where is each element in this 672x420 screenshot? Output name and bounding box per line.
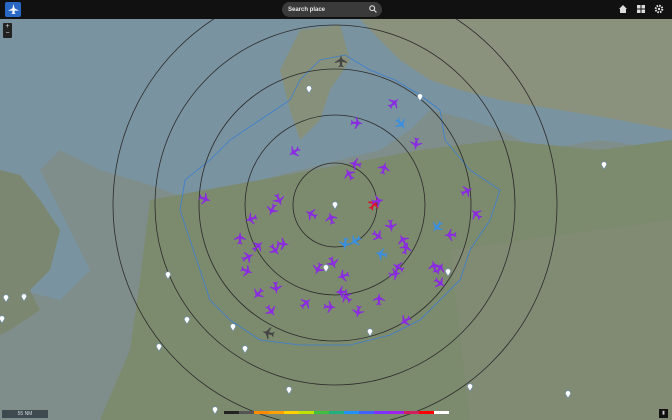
search-box[interactable]: Search place: [282, 2, 382, 17]
top-icons: [618, 4, 664, 14]
zoom-in-button[interactable]: +: [3, 23, 12, 30]
layers-button[interactable]: ▮: [659, 409, 668, 418]
zoom-out-button[interactable]: −: [3, 30, 12, 37]
legend-swatch: [404, 411, 419, 414]
legend-swatch: [299, 411, 314, 414]
zoom-control: + −: [3, 23, 12, 38]
legend-swatch: [284, 411, 299, 414]
legend-swatch: [419, 411, 434, 414]
legend-swatch: [329, 411, 344, 414]
grid-icon[interactable]: [636, 4, 646, 14]
altitude-legend: [224, 411, 449, 414]
legend-swatch: [269, 411, 284, 414]
home-icon[interactable]: [618, 4, 628, 14]
map-canvas[interactable]: [0, 0, 672, 420]
plane-logo-icon: [7, 4, 19, 14]
legend-swatch: [359, 411, 374, 414]
legend-swatch: [434, 411, 449, 414]
legend-swatch: [374, 411, 389, 414]
legend-swatch: [344, 411, 359, 414]
search-placeholder: Search place: [288, 6, 326, 13]
scale-bar: 55 NM: [2, 410, 48, 418]
search-icon[interactable]: [369, 5, 377, 13]
legend-swatch: [254, 411, 269, 414]
bottom-bar: 55 NM ▮: [0, 408, 672, 420]
legend-swatch: [224, 411, 239, 414]
legend-swatch: [314, 411, 329, 414]
legend-swatch: [389, 411, 404, 414]
legend-swatch: [239, 411, 254, 414]
app-logo[interactable]: [5, 2, 21, 17]
top-bar: Search place: [0, 0, 672, 19]
gear-icon[interactable]: [654, 4, 664, 14]
